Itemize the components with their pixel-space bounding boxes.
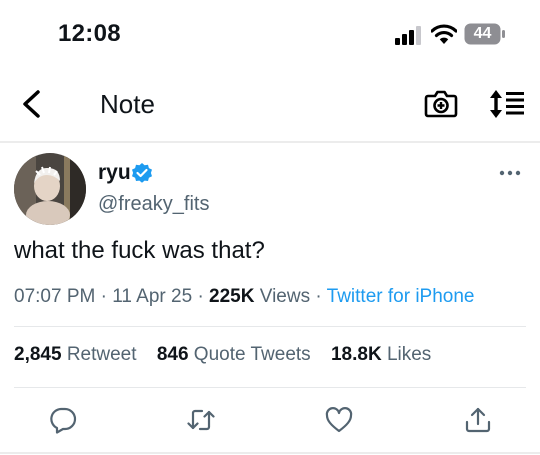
quotes-label: Quote Tweets bbox=[193, 344, 311, 365]
like-icon[interactable] bbox=[325, 406, 353, 434]
display-name[interactable]: ryu bbox=[98, 161, 131, 185]
wifi-icon bbox=[431, 24, 457, 44]
nav-divider bbox=[0, 141, 540, 143]
views-label: Views bbox=[259, 286, 311, 307]
cellular-signal-icon bbox=[395, 26, 421, 45]
views-count: 225K bbox=[209, 286, 255, 307]
avatar-image bbox=[14, 153, 86, 225]
meta-separator: · bbox=[100, 286, 107, 307]
quotes-stat[interactable]: 846 Quote Tweets bbox=[157, 344, 311, 366]
quotes-count: 846 bbox=[156, 344, 189, 365]
tweet-time: 07:07 PM bbox=[14, 286, 96, 307]
divider bbox=[14, 387, 526, 388]
tweet-source-link[interactable]: Twitter for iPhone bbox=[327, 286, 475, 307]
likes-stat[interactable]: 18.8K Likes bbox=[331, 344, 431, 366]
meta-separator: · bbox=[315, 286, 322, 307]
tweet-meta: 07:07 PM · 11 Apr 25 · 225K Views · Twit… bbox=[14, 286, 474, 308]
likes-label: Likes bbox=[386, 344, 432, 365]
divider bbox=[14, 326, 526, 327]
battery-level: 44 bbox=[473, 25, 492, 42]
share-icon[interactable] bbox=[464, 406, 492, 434]
tweet-date: 11 Apr 25 bbox=[112, 286, 193, 307]
retweet-icon[interactable] bbox=[187, 406, 215, 434]
meta-separator: · bbox=[197, 286, 204, 307]
sort-icon[interactable] bbox=[489, 89, 525, 119]
battery-indicator: 44 bbox=[464, 23, 506, 45]
retweets-label: Retweet bbox=[66, 344, 137, 365]
user-handle[interactable]: @freaky_fits bbox=[98, 193, 209, 216]
verified-icon bbox=[132, 163, 152, 183]
tweet-text: what the fuck was that? bbox=[14, 237, 265, 264]
avatar[interactable] bbox=[14, 153, 86, 225]
likes-count: 18.8K bbox=[330, 344, 382, 365]
status-time: 12:08 bbox=[58, 20, 121, 47]
retweets-count: 2,845 bbox=[14, 344, 62, 365]
tweet-stats: 2,845 Retweet 846 Quote Tweets 18.8K Lik… bbox=[14, 344, 446, 366]
page-title: Note bbox=[100, 89, 155, 119]
more-icon[interactable] bbox=[499, 169, 521, 177]
retweets-stat[interactable]: 2,845 Retweet bbox=[14, 344, 137, 366]
camera-icon[interactable] bbox=[424, 88, 458, 118]
reply-icon[interactable] bbox=[49, 406, 77, 434]
bottom-divider bbox=[0, 452, 540, 454]
back-icon[interactable] bbox=[20, 89, 42, 119]
